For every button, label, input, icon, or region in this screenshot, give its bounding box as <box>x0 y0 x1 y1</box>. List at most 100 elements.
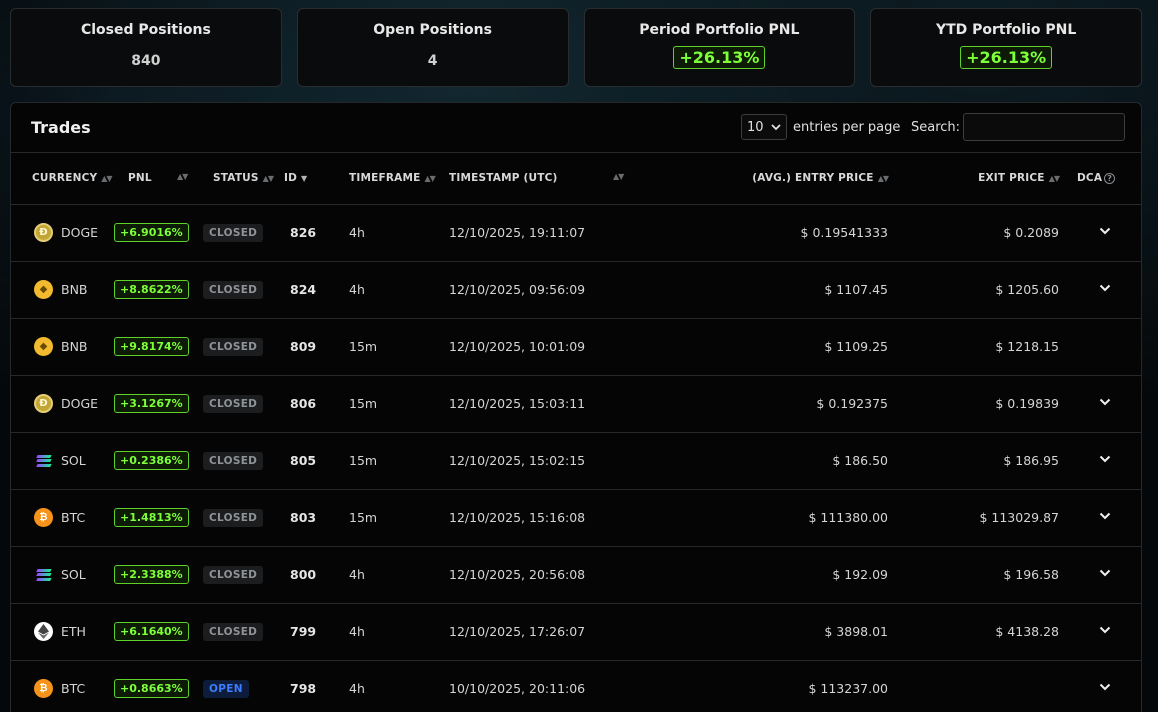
chevron-down-icon[interactable] <box>1099 396 1111 408</box>
table-row[interactable]: SOL +0.2386% CLOSED 805 15m 12/10/2025, 15:02… <box>11 432 1141 490</box>
trade-id: 805 <box>290 453 317 468</box>
bnb-icon: ◆ <box>34 337 53 356</box>
table-row[interactable]: SOL +2.3388% CLOSED 800 4h 12/10/2025, 20:56:… <box>11 546 1141 604</box>
help-icon[interactable]: ? <box>1104 172 1116 184</box>
table-row[interactable]: ETH +6.1640% CLOSED 799 4h 12/10/2025, 17:26:… <box>11 603 1141 661</box>
chevron-down-icon[interactable] <box>1099 510 1111 522</box>
column-timeframe[interactable]: TIMEFRAME ▲▼ <box>328 153 436 205</box>
card-title: YTD Portfolio PNL <box>935 22 1077 38</box>
entry-price: $ 186.50 <box>832 453 888 468</box>
chevron-down-icon[interactable] <box>1099 282 1111 294</box>
timestamp: 12/10/2025, 17:26:07 <box>449 624 586 639</box>
chevron-down-icon[interactable] <box>1099 681 1111 693</box>
entry-price: $ 0.192375 <box>816 396 888 411</box>
sort-icon: ▲▼ <box>177 172 188 181</box>
currency-cell: Ð DOGE <box>32 394 107 413</box>
currency-cell: SOL <box>32 451 107 470</box>
currency-label: DOGE <box>61 396 99 411</box>
timestamp: 12/10/2025, 20:56:08 <box>449 567 586 582</box>
btc-icon: ₿ <box>34 679 53 698</box>
exit-price: $ 196.58 <box>1003 567 1059 582</box>
currency-label: ETH <box>61 624 86 639</box>
pnl-badge: +6.1640% <box>114 622 189 641</box>
table-row[interactable]: Ð DOGE +6.9016% CLOSED 826 4h 12/10/2025, 19:1… <box>11 204 1141 262</box>
timestamp: 12/10/2025, 15:03:11 <box>449 396 586 411</box>
timestamp: 12/10/2025, 10:01:09 <box>449 339 586 354</box>
timestamp: 12/10/2025, 15:02:15 <box>449 453 586 468</box>
column-id[interactable]: ID ▼ <box>270 153 328 205</box>
card-value: 840 <box>131 53 161 69</box>
card-value: 4 <box>427 53 438 69</box>
exit-price: $ 113029.87 <box>979 510 1059 525</box>
pnl-badge: +6.9016% <box>114 223 189 242</box>
status-badge: CLOSED <box>203 280 264 299</box>
table-row[interactable]: Ð DOGE +3.1267% CLOSED 806 15m 12/10/2025, 15:… <box>11 375 1141 433</box>
eth-icon <box>34 622 53 641</box>
entries-per-page-select[interactable]: 10 <box>741 114 787 140</box>
currency-cell: ₿ BTC <box>32 508 107 527</box>
search-input[interactable] <box>963 113 1126 141</box>
timestamp: 10/10/2025, 20:11:06 <box>449 681 586 696</box>
status-badge: CLOSED <box>203 223 264 242</box>
entry-price: $ 1107.45 <box>824 282 888 297</box>
entry-price: $ 192.09 <box>832 567 888 582</box>
pnl-badge: +2.3388% <box>114 565 189 584</box>
table-header-row: CURRENCY ▲▼ PNL ▲▼ STATUS ▲▼ ID ▼ TIMEFRAME ▲… <box>11 153 1141 205</box>
entry-price: $ 0.19541333 <box>800 225 888 240</box>
sort-desc-icon: ▼ <box>301 174 307 184</box>
currency-label: BNB <box>61 282 88 297</box>
ytd-pnl-card: YTD Portfolio PNL +26.13% <box>870 8 1142 87</box>
timeframe: 15m <box>349 510 378 525</box>
table-row[interactable]: ◆ BNB +8.8622% CLOSED 824 4h 12/10/2025, 09:56… <box>11 261 1141 319</box>
timeframe: 15m <box>349 453 378 468</box>
closed-positions-card: Closed Positions 840 <box>10 8 282 87</box>
currency-cell: SOL <box>32 565 107 584</box>
currency-cell: ₿ BTC <box>32 679 107 698</box>
card-title: Period Portfolio PNL <box>639 22 800 38</box>
column-status[interactable]: STATUS ▲▼ <box>192 153 274 205</box>
period-pnl-card: Period Portfolio PNL +26.13% <box>583 8 856 87</box>
exit-price: $ 0.19839 <box>995 396 1059 411</box>
chevron-down-icon <box>771 124 781 131</box>
trade-id: 798 <box>290 681 317 696</box>
table-row[interactable]: ◆ BNB +9.8174% CLOSED 809 15m 12/10/2025, 10:0… <box>11 318 1141 376</box>
status-badge: CLOSED <box>203 337 264 356</box>
currency-cell: Ð DOGE <box>32 223 107 242</box>
chevron-down-icon[interactable] <box>1099 453 1111 465</box>
entries-control: 10 entries per page <box>741 114 900 140</box>
chevron-down-icon[interactable] <box>1099 567 1111 579</box>
column-timestamp[interactable]: TIMESTAMP (UTC) ▲▼ <box>427 153 677 205</box>
currency-label: BNB <box>61 339 88 354</box>
column-currency[interactable]: CURRENCY ▲▼ <box>11 153 113 205</box>
pnl-badge: +8.8622% <box>114 280 189 299</box>
summary-cards: Closed Positions 840 Open Positions 4 Pe… <box>10 8 1142 87</box>
table-row[interactable]: ₿ BTC +1.4813% CLOSED 803 15m 12/10/2025, 15:1… <box>11 489 1141 547</box>
chevron-down-icon[interactable] <box>1099 225 1111 237</box>
trade-id: 806 <box>290 396 317 411</box>
pnl-badge: +3.1267% <box>114 394 189 413</box>
trade-id: 809 <box>290 339 317 354</box>
currency-cell: ETH <box>32 622 107 641</box>
status-badge: CLOSED <box>203 565 264 584</box>
status-badge: CLOSED <box>203 394 264 413</box>
exit-price: $ 1205.60 <box>995 282 1059 297</box>
chevron-down-icon[interactable] <box>1099 624 1111 636</box>
column-entry-price[interactable]: (AVG.) ENTRY PRICE ▲▼ <box>677 153 889 205</box>
exit-price: $ 0.2089 <box>1003 225 1059 240</box>
entry-price: $ 111380.00 <box>808 510 888 525</box>
pnl-badge: +0.2386% <box>114 451 189 470</box>
trade-id: 826 <box>290 225 317 240</box>
timeframe: 4h <box>349 282 365 297</box>
bnb-icon: ◆ <box>34 280 53 299</box>
timeframe: 4h <box>349 225 365 240</box>
timeframe: 15m <box>349 396 378 411</box>
sort-icon: ▲▼ <box>613 172 624 181</box>
trade-id: 824 <box>290 282 317 297</box>
table-row[interactable]: ₿ BTC +0.8663% OPEN 798 4h 10/10/2025, 20:11:0… <box>11 660 1141 712</box>
timestamp: 12/10/2025, 09:56:09 <box>449 282 586 297</box>
trades-title: Trades <box>31 118 91 137</box>
column-exit-price[interactable]: EXIT PRICE ▲▼ <box>888 153 1063 205</box>
column-dca[interactable]: DCA? <box>1063 153 1141 205</box>
card-title: Closed Positions <box>80 22 211 38</box>
column-pnl[interactable]: PNL ▲▼ <box>107 153 192 205</box>
